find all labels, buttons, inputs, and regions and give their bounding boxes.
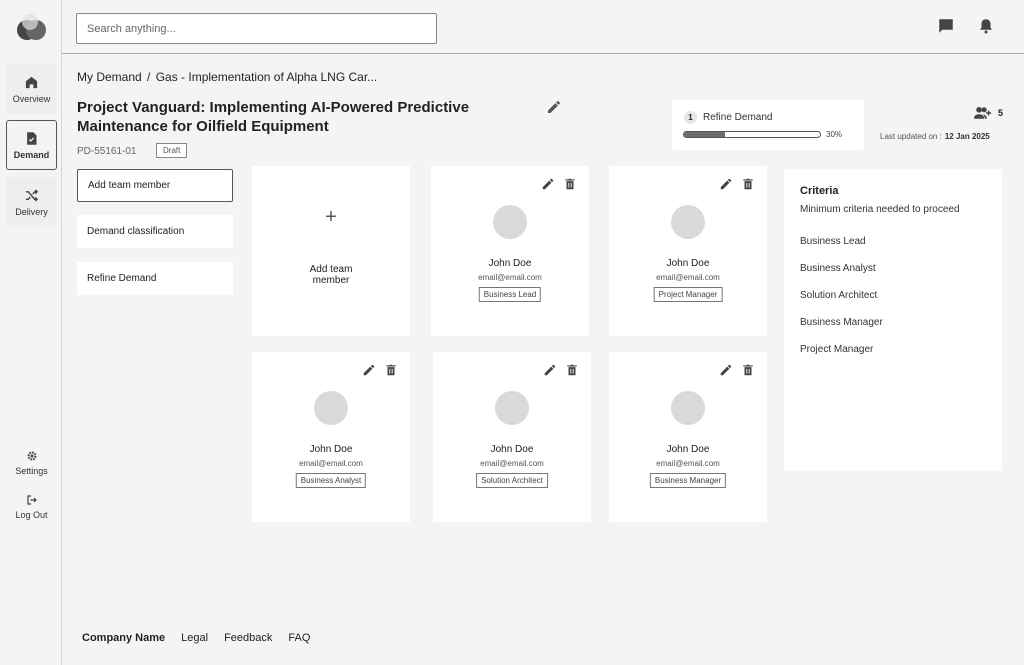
role-badge: Business Manager (649, 473, 727, 488)
edit-icon[interactable] (543, 363, 557, 377)
project-id: PD-55161-01 (77, 146, 137, 157)
role-badge: Business Analyst (295, 473, 367, 488)
member-name: John Doe (666, 444, 710, 455)
edit-icon[interactable] (719, 363, 733, 377)
progress-bar (683, 131, 821, 138)
delete-icon[interactable] (741, 363, 755, 377)
progress-percent: 30% (826, 130, 843, 139)
sidebar-item-label: Log Out (15, 510, 48, 520)
breadcrumb: My Demand / Gas - Implementation of Alph… (77, 70, 379, 84)
breadcrumb-separator: / (147, 70, 151, 84)
member-card: John Doe email@email.com Business Analys… (252, 352, 410, 522)
menu-item-demand-classification[interactable]: Demand classification (77, 215, 233, 248)
step-number: 1 (684, 111, 697, 124)
sidebar-item-label: Overview (12, 93, 51, 104)
member-name: John Doe (666, 258, 710, 269)
member-name: John Doe (488, 258, 532, 269)
edit-icon[interactable] (362, 363, 376, 377)
avatar (671, 391, 705, 425)
sidebar-item-demand[interactable]: Demand (6, 120, 57, 170)
sidebar-item-overview[interactable]: Overview (6, 64, 57, 114)
sidebar-item-label: Demand (13, 149, 50, 160)
sidebar-item-delivery[interactable]: Delivery (6, 177, 57, 227)
add-label-line-2: member (312, 275, 350, 286)
criteria-panel: Criteria Minimum criteria needed to proc… (784, 169, 1002, 471)
shuffle-icon (25, 188, 39, 202)
breadcrumb-root[interactable]: My Demand (77, 70, 142, 84)
gear-icon (27, 451, 36, 461)
team-count: 5 (998, 108, 1004, 118)
menu-item-add-team-member[interactable]: Add team member (77, 169, 233, 202)
criteria-subtitle: Minimum criteria needed to proceed (800, 204, 960, 215)
last-updated-date: 12 Jan 2025 (944, 132, 990, 141)
sidebar-item-settings[interactable]: Settings (6, 450, 57, 476)
step-label: Refine Demand (703, 112, 773, 123)
plus-icon: + (325, 206, 337, 228)
criteria-title: Criteria (800, 185, 839, 197)
last-updated: Last updated on :12 Jan 2025 (880, 132, 990, 141)
home-icon (25, 76, 38, 88)
breadcrumb-current[interactable]: Gas - Implementation of Alpha LNG Car... (156, 70, 377, 84)
search-input[interactable] (76, 13, 437, 44)
criteria-item: Project Manager (800, 344, 874, 355)
sidebar-item-label: Delivery (15, 206, 48, 217)
top-bar (62, 0, 1024, 54)
avatar (495, 391, 529, 425)
member-email: email@email.com (656, 459, 720, 468)
member-card: John Doe email@email.com Project Manager (609, 166, 767, 336)
member-name: John Doe (309, 444, 353, 455)
member-card: John Doe email@email.com Business Lead (431, 166, 589, 336)
role-badge: Project Manager (653, 287, 723, 302)
add-label-line-1: Add team (309, 264, 353, 275)
footer-link-faq[interactable]: FAQ (288, 632, 310, 644)
footer-link-feedback[interactable]: Feedback (224, 632, 272, 644)
progress-card: 1 Refine Demand 30% (672, 100, 864, 150)
member-email: email@email.com (480, 459, 544, 468)
edit-icon[interactable] (719, 177, 733, 191)
sidebar: Overview Demand Delivery Settings Log Ou… (0, 0, 62, 665)
role-badge: Solution Architect (476, 473, 548, 488)
sidebar-item-label: Settings (15, 466, 48, 476)
delete-icon[interactable] (384, 363, 398, 377)
menu-item-refine-demand[interactable]: Refine Demand (77, 262, 233, 295)
last-updated-label: Last updated on : (880, 132, 942, 141)
member-name: John Doe (490, 444, 534, 455)
add-team-member-card[interactable]: + Add team member (252, 166, 410, 336)
logout-icon (26, 495, 37, 505)
member-email: email@email.com (656, 273, 720, 282)
bell-icon[interactable] (977, 17, 995, 35)
criteria-item: Solution Architect (800, 290, 878, 301)
footer-link-legal[interactable]: Legal (181, 632, 208, 644)
delete-icon[interactable] (563, 177, 577, 191)
member-email: email@email.com (299, 459, 363, 468)
criteria-item: Business Manager (800, 317, 883, 328)
member-card: John Doe email@email.com Business Manage… (609, 352, 767, 522)
member-card: John Doe email@email.com Solution Archit… (433, 352, 591, 522)
status-badge: Draft (156, 143, 188, 158)
company-name: Company Name (82, 632, 166, 644)
page-title: Project Vanguard: Implementing AI-Powere… (77, 99, 470, 135)
add-users-icon (974, 106, 992, 119)
sidebar-item-logout[interactable]: Log Out (6, 494, 57, 520)
criteria-item: Business Lead (800, 236, 866, 247)
avatar (493, 205, 527, 239)
criteria-item: Business Analyst (800, 263, 876, 274)
progress-fill (684, 132, 725, 137)
footer: Company Name Legal Feedback FAQ (82, 632, 326, 644)
logo (17, 14, 47, 44)
add-team-member-label: Add team member (252, 264, 410, 286)
document-check-icon (27, 131, 37, 145)
delete-icon[interactable] (741, 177, 755, 191)
edit-title-icon[interactable] (546, 99, 562, 115)
delete-icon[interactable] (565, 363, 579, 377)
edit-icon[interactable] (541, 177, 555, 191)
avatar (671, 205, 705, 239)
team-count-button[interactable]: 5 (974, 106, 1003, 120)
member-email: email@email.com (478, 273, 542, 282)
role-badge: Business Lead (478, 287, 542, 302)
avatar (314, 391, 348, 425)
message-icon[interactable] (937, 17, 955, 35)
